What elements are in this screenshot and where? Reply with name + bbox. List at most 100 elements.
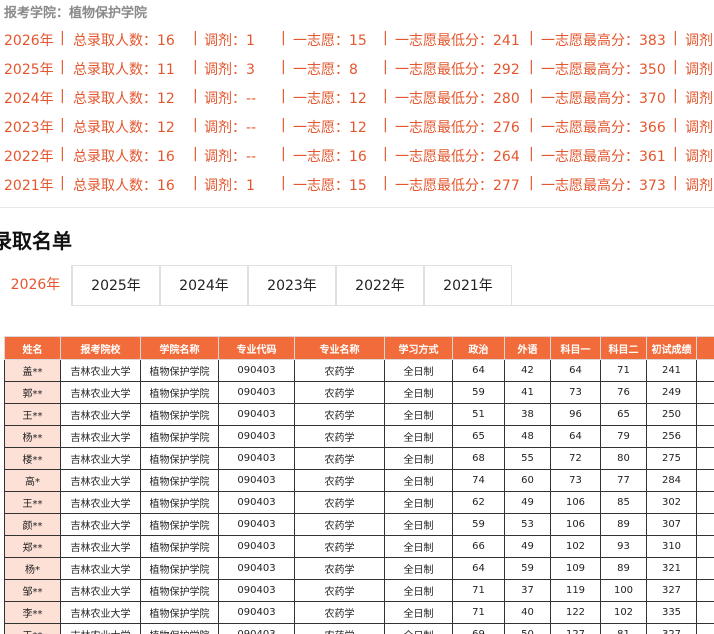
table-row: 高*吉林农业大学植物保护学院090403农药学全日制746073772848 <box>4 469 714 492</box>
table-cell: 65 <box>600 403 647 426</box>
stat-row: 2021年 | 总录取人数：16 | 调剂：1 | 一志愿：15 | 一志愿最低分：277 | 一志… <box>0 169 714 198</box>
student-name-cell: 王** <box>4 623 61 634</box>
stat-adjust: 调剂：-- <box>204 120 257 136</box>
table-cell: 66 <box>452 535 505 558</box>
table-row: 王**吉林农业大学植物保护学院090403农药学全日制6950127813278 <box>4 623 714 634</box>
student-name-cell: 颜** <box>4 513 61 536</box>
table-cell: 植物保护学院 <box>140 513 219 536</box>
tab-year-2026[interactable]: 2026年 <box>0 265 72 306</box>
tab-year-2021[interactable]: 2021年 <box>424 265 512 305</box>
table-cell: 吉林农业大学 <box>60 469 141 492</box>
table-cell: 植物保护学院 <box>140 447 219 470</box>
stat-year: 2023年 <box>4 120 54 136</box>
table-cell: 农药学 <box>294 601 385 624</box>
table-cell: 090403 <box>218 557 295 580</box>
tab-year-2024[interactable]: 2024年 <box>160 265 248 305</box>
table-cell: 96 <box>550 403 601 426</box>
stat-first: 一志愿：8 <box>293 62 358 78</box>
separator: | <box>673 146 678 162</box>
student-name-cell: 郭** <box>4 381 61 404</box>
table-cell: 全日制 <box>384 469 453 492</box>
stat-year: 2021年 <box>4 178 54 194</box>
table-cell: 7 <box>696 359 714 382</box>
separator: | <box>60 175 65 191</box>
table-cell: 59 <box>452 381 505 404</box>
separator: | <box>529 146 534 162</box>
table-cell: 8 <box>696 557 714 580</box>
admission-stats: 2026年 | 总录取人数：16 | 调剂：1 | 一志愿：15 | 一志愿最低分：241 | 一志… <box>0 24 714 198</box>
table-cell: 106 <box>550 513 601 536</box>
admission-table-container: 姓名报考院校学院名称专业代码专业名称学习方式政治外语科目一科目二初试成绩专 盖*… <box>4 336 714 634</box>
table-cell: 275 <box>646 447 697 470</box>
table-cell: 全日制 <box>384 359 453 382</box>
column-header: 初试成绩 <box>646 336 697 360</box>
stat-adjust: 调剂：3 <box>204 62 255 78</box>
table-cell: 50 <box>504 623 551 634</box>
table-cell: 植物保护学院 <box>140 601 219 624</box>
table-cell: 8 <box>696 579 714 602</box>
table-cell: 89 <box>600 557 647 580</box>
stat-total: 总录取人数：16 <box>73 149 175 165</box>
table-cell: 植物保护学院 <box>140 381 219 404</box>
table-cell: 全日制 <box>384 557 453 580</box>
table-row: 盖**吉林农业大学植物保护学院090403农药学全日制644264712417 <box>4 359 714 382</box>
table-row: 郑**吉林农业大学植物保护学院090403农药学全日制6649102933108 <box>4 535 714 558</box>
table-cell: 全日制 <box>384 425 453 448</box>
tab-year-2022[interactable]: 2022年 <box>336 265 424 305</box>
stat-first: 一志愿：15 <box>293 178 367 194</box>
table-cell: 73 <box>550 469 601 492</box>
stat-min: 一志愿最低分：277 <box>395 178 520 194</box>
separator: | <box>383 117 388 133</box>
table-cell: 090403 <box>218 403 295 426</box>
table-cell: 7 <box>696 381 714 404</box>
table-body: 盖**吉林农业大学植物保护学院090403农药学全日制644264712417郭… <box>4 359 714 634</box>
table-cell: 38 <box>504 403 551 426</box>
stat-total: 总录取人数：16 <box>73 33 175 49</box>
table-cell: 农药学 <box>294 425 385 448</box>
separator: | <box>383 146 388 162</box>
stat-adj-tail: 调剂 <box>685 91 713 107</box>
college-label: 报考学院：植物保护学院 <box>4 6 148 21</box>
table-cell: 62 <box>452 491 505 514</box>
table-cell: 73 <box>550 381 601 404</box>
table-cell: 090403 <box>218 469 295 492</box>
stat-adjust: 调剂：-- <box>204 149 257 165</box>
tab-year-2023[interactable]: 2023年 <box>248 265 336 305</box>
table-row: 颜**吉林农业大学植物保护学院090403农药学全日制5953106893078 <box>4 513 714 536</box>
table-cell: 307 <box>646 513 697 536</box>
separator: | <box>60 88 65 104</box>
table-cell: 74 <box>452 469 505 492</box>
student-name-cell: 楼** <box>4 447 61 470</box>
table-cell: 吉林农业大学 <box>60 491 141 514</box>
table-cell: 122 <box>550 601 601 624</box>
table-row: 李** 吉林农业大学 植物保护学院 090403 农药学 全日制 71 40 122 102 335… <box>4 601 714 624</box>
stat-first: 一志愿：15 <box>293 33 367 49</box>
separator: | <box>193 88 198 104</box>
table-cell: 8 <box>696 447 714 470</box>
separator: | <box>383 30 388 46</box>
stat-total: 总录取人数：11 <box>73 62 175 78</box>
student-name-cell: 王** <box>4 403 61 426</box>
table-cell: 农药学 <box>294 447 385 470</box>
tab-year-2025[interactable]: 2025年 <box>72 265 160 305</box>
table-cell: 吉林农业大学 <box>60 403 141 426</box>
table-header-row: 姓名报考院校学院名称专业代码专业名称学习方式政治外语科目一科目二初试成绩专 <box>4 336 714 360</box>
student-name-cell: 杨* <box>4 557 61 580</box>
table-cell: 127 <box>550 623 601 634</box>
stat-first: 一志愿：16 <box>293 149 367 165</box>
table-cell: 吉林农业大学 <box>60 557 141 580</box>
table-cell: 吉林农业大学 <box>60 601 141 624</box>
stat-row: 2022年 | 总录取人数：16 | 调剂：-- | 一志愿：16 | 一志愿最低分：264 | 一… <box>0 140 714 169</box>
table-cell: 81 <box>600 623 647 634</box>
separator: | <box>193 175 198 191</box>
table-cell: 090403 <box>218 535 295 558</box>
table-cell: 37 <box>504 579 551 602</box>
table-cell: 64 <box>452 359 505 382</box>
stat-max: 一志愿最高分：383 <box>541 33 666 49</box>
table-cell: 吉林农业大学 <box>60 513 141 536</box>
stat-total: 总录取人数：16 <box>73 178 175 194</box>
table-cell: 60 <box>504 469 551 492</box>
stat-adj-tail: 调剂 <box>685 33 713 49</box>
stat-max: 一志愿最高分：361 <box>541 149 666 165</box>
table-cell: 119 <box>550 579 601 602</box>
